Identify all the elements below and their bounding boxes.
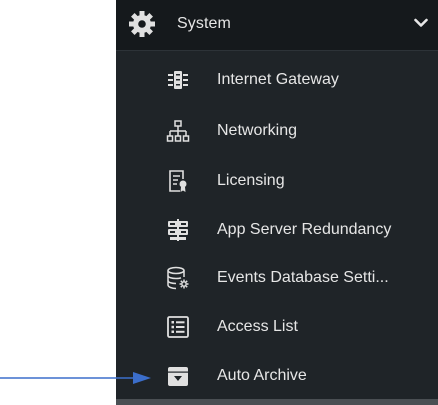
list-icon [167,316,189,338]
server-redundancy-icon [168,219,188,241]
menu-item-app-server-redundancy[interactable]: App Server Redundancy [116,206,438,254]
archive-box-icon [168,367,188,386]
sidebar-panel: System Internet Gateway Networking Licen… [116,0,438,405]
gear-icon [129,11,155,37]
menu-item-events-database-settings[interactable]: Events Database Setti... [116,254,438,302]
menu-item-internet-gateway[interactable]: Internet Gateway [116,56,438,104]
chevron-down-icon[interactable] [414,18,428,28]
menu-item-access-list[interactable]: Access List [116,303,438,351]
menu-item-label: Licensing [217,172,285,189]
internet-gateway-icon [168,71,188,89]
database-settings-icon [167,266,189,290]
system-section-title: System [177,15,231,32]
menu-item-label: Internet Gateway [217,71,339,88]
menu-item-networking[interactable]: Networking [116,107,438,155]
menu-item-label: Networking [217,122,298,139]
panel-bottom-edge [116,399,438,405]
system-section-header[interactable]: System [116,0,438,51]
menu-item-label: App Server Redundancy [217,221,392,238]
menu-item-licensing[interactable]: Licensing [116,157,438,205]
menu-item-label: Events Database Setti... [217,269,389,286]
screenshot-stage: System Internet Gateway Networking Licen… [0,0,438,405]
menu-item-label: Access List [217,318,298,335]
menu-item-auto-archive[interactable]: Auto Archive [116,352,438,400]
license-certificate-icon [169,170,187,192]
network-tree-icon [166,120,190,142]
annotation-arrow-icon [0,372,151,384]
menu-item-label: Auto Archive [217,367,307,384]
